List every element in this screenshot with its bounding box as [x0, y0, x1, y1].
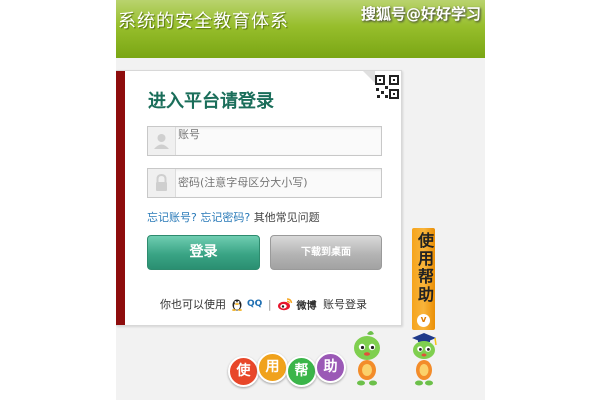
user-icon	[148, 127, 176, 155]
qq-penguin-icon	[230, 297, 244, 311]
login-panel: 进入平台请登录 账号 忘记账号? 忘记密码? 其他常见问题 登录 下载到桌面 你…	[116, 70, 402, 326]
helper-links: 忘记账号? 忘记密码? 其他常见问题	[147, 209, 320, 225]
password-field[interactable]	[147, 168, 382, 198]
alt-login-row: 你也可以使用 QQ | 微博 账号登录	[160, 296, 367, 312]
weibo-icon	[277, 297, 293, 311]
forgot-password-link[interactable]: 忘记密码?	[200, 211, 250, 224]
alt-login-suffix: 账号登录	[323, 298, 368, 311]
download-to-desktop-button[interactable]: 下载到桌面	[270, 235, 382, 270]
qq-login-option[interactable]: QQ	[230, 297, 263, 311]
page-stage: 系统的安全教育体系 搜狐号@好好学习 进入平台请登录 账号 忘记账号? 忘记密码…	[116, 0, 485, 400]
panel-accent-stripe	[116, 71, 125, 325]
forgot-account-link[interactable]: 忘记账号?	[147, 211, 197, 224]
help-banner-char: 帮	[286, 356, 317, 387]
login-title: 进入平台请登录	[148, 91, 274, 112]
account-input[interactable]	[178, 121, 376, 147]
source-watermark: 搜狐号@好好学习	[360, 5, 481, 23]
help-tab-label: 使用帮助	[415, 232, 434, 304]
help-side-tab[interactable]: 使用帮助 v	[412, 228, 435, 330]
qq-label: QQ	[247, 299, 263, 309]
login-button[interactable]: 登录	[147, 235, 260, 270]
chevron-down-icon: v	[417, 314, 430, 327]
help-banner-char: 使	[228, 356, 259, 387]
mascot-icon	[350, 330, 384, 386]
header-banner: 系统的安全教育体系 搜狐号@好好学习	[116, 0, 485, 58]
help-banner[interactable]: 使 用 帮 助	[226, 348, 346, 388]
mascot-icon	[409, 330, 439, 386]
password-input[interactable]	[178, 169, 376, 195]
alt-login-prefix: 你也可以使用	[160, 298, 226, 311]
lock-icon	[148, 169, 176, 197]
weibo-login-option[interactable]: 微博	[277, 297, 317, 312]
qr-code-icon[interactable]	[363, 71, 401, 109]
account-field[interactable]	[147, 121, 382, 156]
faq-link[interactable]: 其他常见问题	[254, 211, 320, 224]
help-banner-char: 用	[257, 352, 288, 383]
header-slogan: 系统的安全教育体系	[118, 11, 289, 32]
alt-login-separator: |	[267, 297, 272, 311]
help-banner-char: 助	[315, 352, 346, 383]
weibo-label: 微博	[296, 300, 317, 312]
